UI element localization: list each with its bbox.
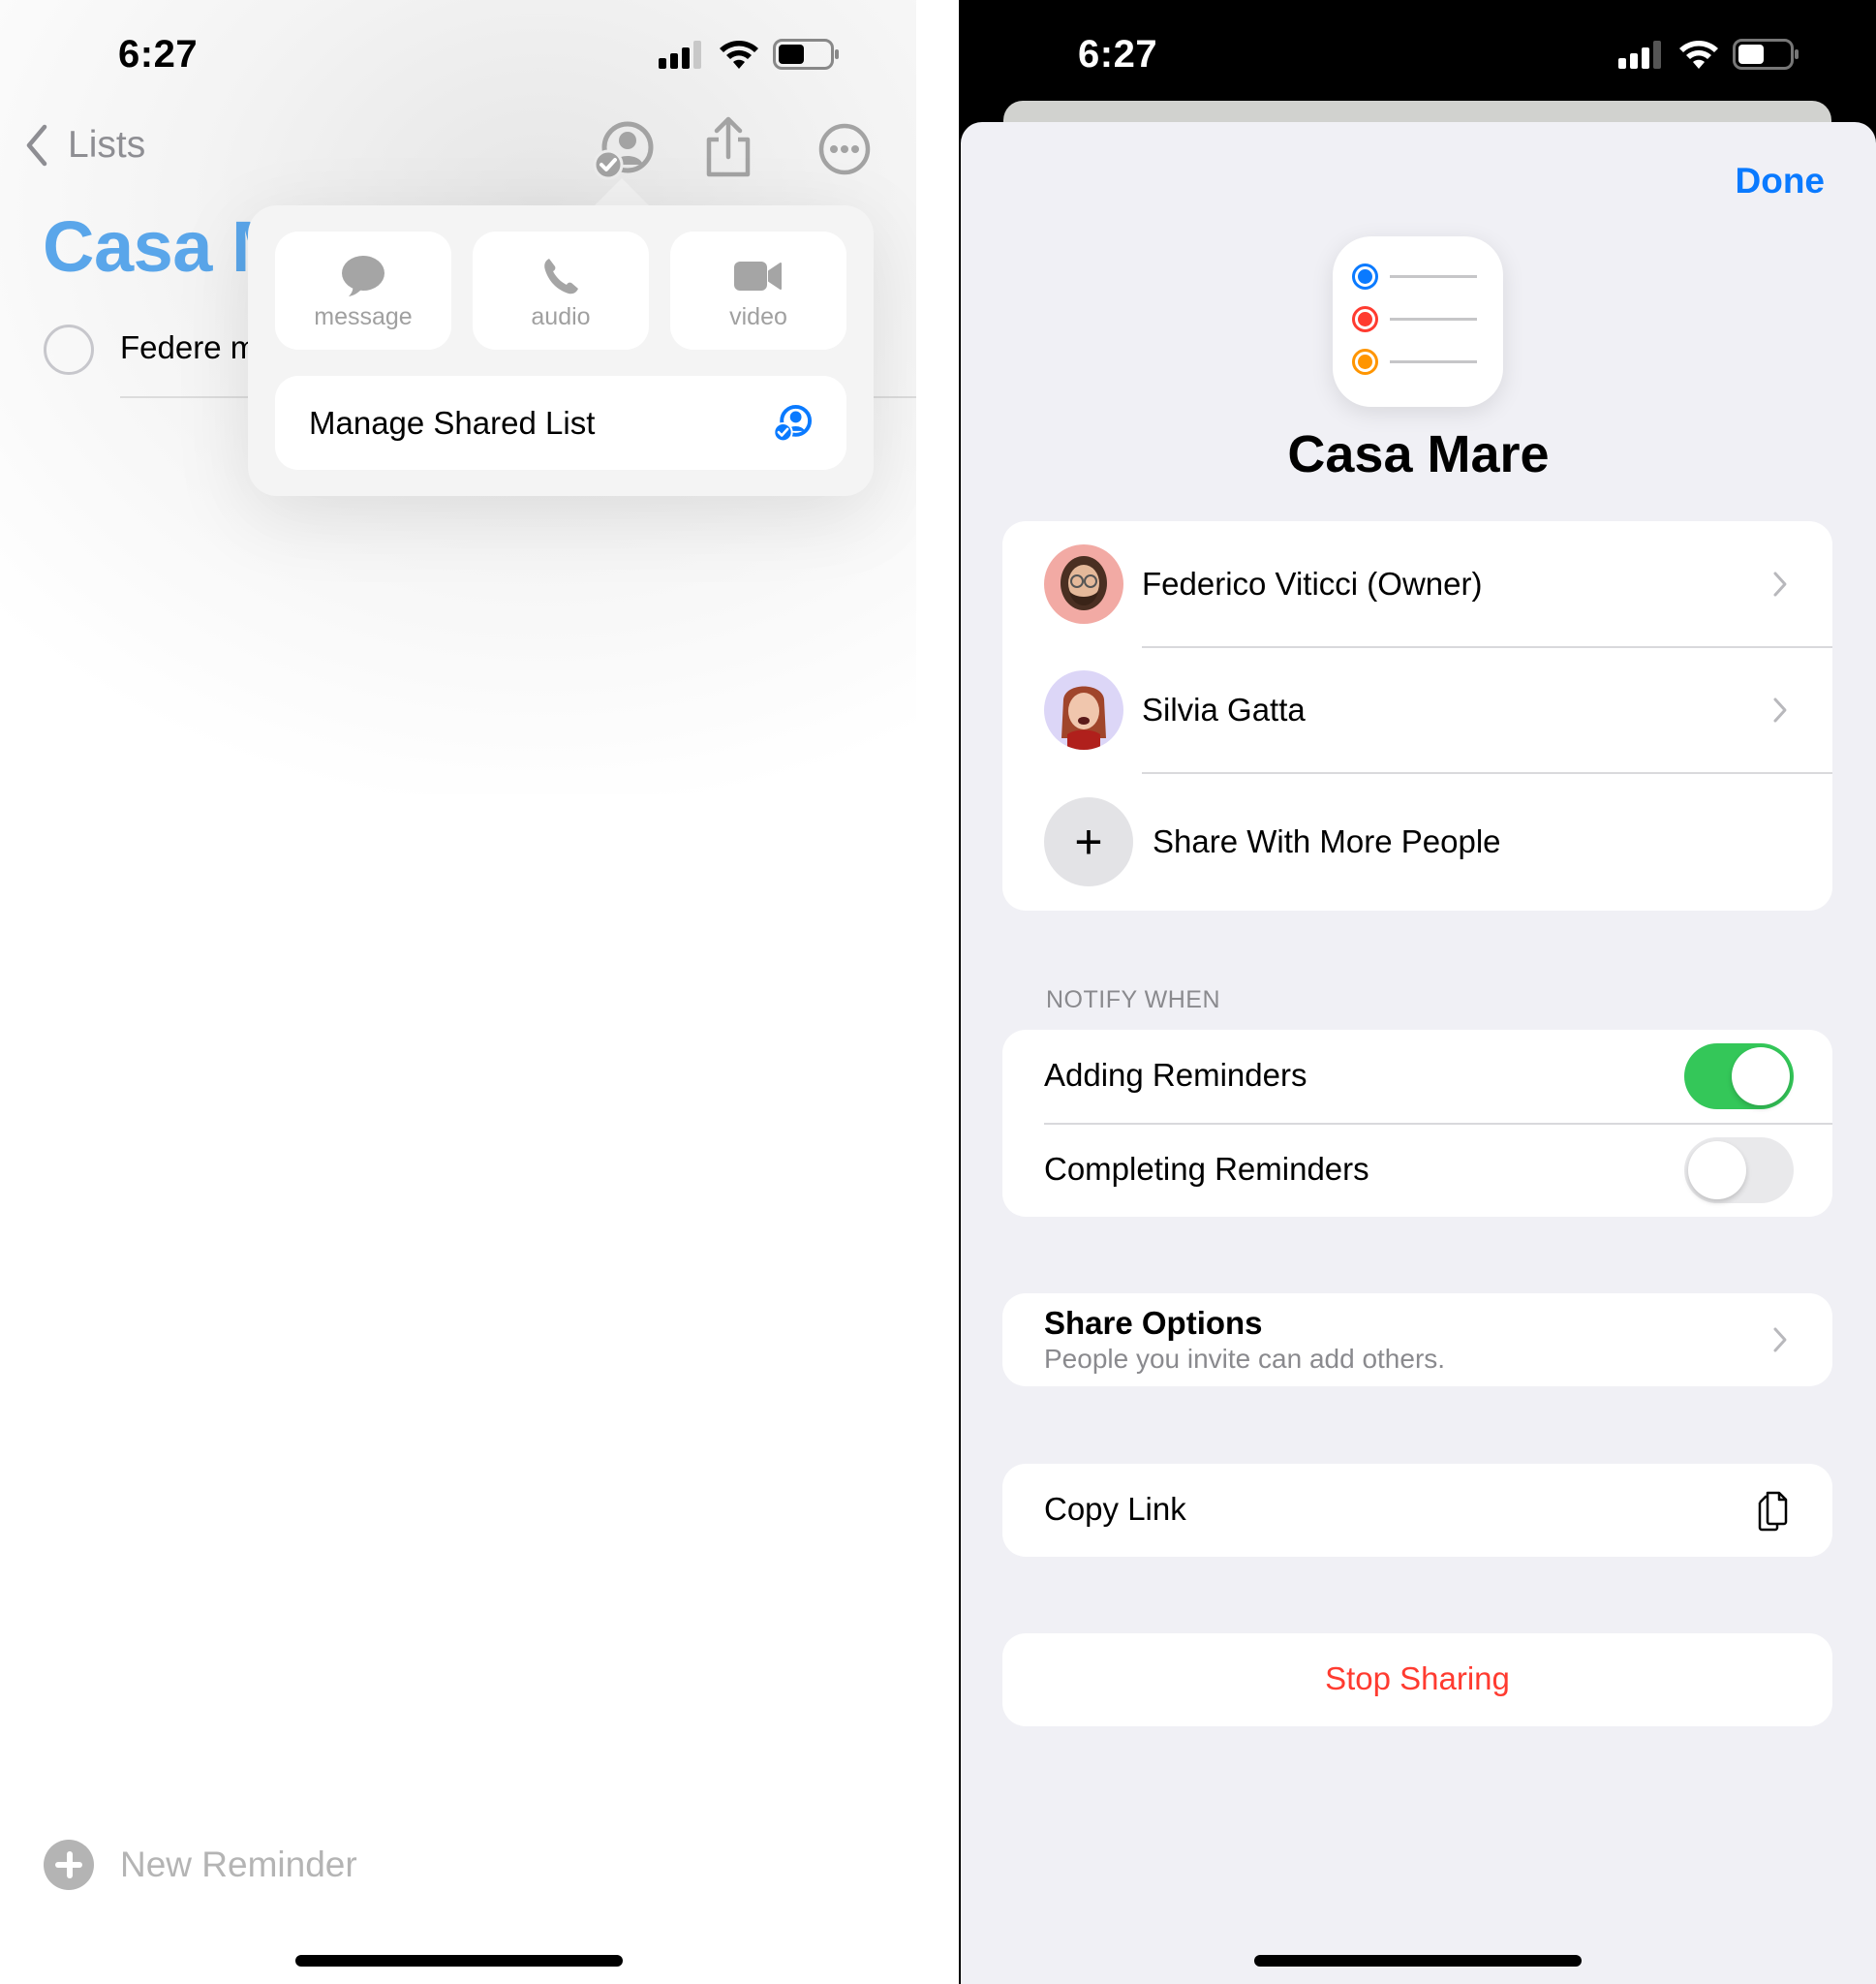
avatar (1044, 544, 1123, 624)
wifi-icon (1679, 41, 1718, 69)
blue-dot-icon (1352, 264, 1378, 290)
orange-dot-icon (1352, 349, 1378, 375)
adding-reminders-toggle[interactable] (1684, 1043, 1794, 1109)
chevron-right-icon (1773, 572, 1787, 597)
back-label: Lists (68, 124, 146, 166)
message-button[interactable]: message (275, 232, 451, 350)
chevron-right-icon (1773, 1327, 1787, 1352)
copy-link-button[interactable]: Copy Link (1002, 1464, 1832, 1557)
back-to-lists-button[interactable]: Lists (25, 124, 145, 167)
shared-list-collaboration-icon[interactable] (593, 120, 655, 182)
memoji-avatar-icon (1061, 686, 1106, 750)
plus-circle-icon (44, 1840, 94, 1890)
share-sheet: Done Casa Mare Federico Viticci (Owner) … (961, 122, 1876, 1984)
stop-sharing-button[interactable]: Stop Sharing (1002, 1633, 1832, 1726)
done-button[interactable]: Done (1736, 161, 1826, 202)
new-reminder-label: New Reminder (120, 1844, 357, 1884)
reminder-title[interactable]: Federe m (120, 329, 257, 366)
home-indicator[interactable] (1254, 1955, 1582, 1967)
share-icon[interactable] (697, 116, 759, 178)
adding-reminders-label: Adding Reminders (1044, 1057, 1307, 1093)
popover-arrow (593, 178, 651, 207)
memoji-avatar-icon (1061, 556, 1107, 610)
wifi-icon (720, 41, 758, 69)
cellular-signal-icon (659, 41, 701, 69)
status-time: 6:27 (118, 33, 199, 76)
video-label: video (729, 303, 787, 330)
battery-icon (1733, 39, 1799, 70)
share-options-title: Share Options (1044, 1305, 1263, 1341)
stop-sharing-label: Stop Sharing (1325, 1660, 1510, 1696)
battery-icon (773, 39, 839, 70)
notify-when-header: NOTIFY WHEN (1046, 986, 1221, 1013)
chevron-right-icon (1773, 698, 1787, 723)
audio-label: audio (531, 303, 591, 330)
cellular-signal-icon (1618, 41, 1661, 69)
video-call-button[interactable]: video (670, 232, 846, 350)
notify-settings-card: Adding Reminders Completing Reminders (1002, 1030, 1832, 1217)
home-indicator[interactable] (295, 1955, 623, 1967)
copy-documents-icon (1758, 1491, 1788, 1532)
reminder-complete-checkbox[interactable] (44, 325, 94, 375)
participants-card: Federico Viticci (Owner) Silvia Gatta + … (1002, 521, 1832, 911)
audio-call-button[interactable]: audio (473, 232, 649, 350)
participant-name: Federico Viticci (Owner) (1142, 566, 1483, 602)
video-camera-icon (734, 262, 782, 291)
completing-reminders-toggle[interactable] (1684, 1137, 1794, 1203)
divider (1044, 1123, 1832, 1125)
chevron-left-icon (26, 124, 47, 167)
reminders-list-screen: 6:27 Lists Casa M Federe m message audio… (0, 0, 916, 1984)
collaboration-popover: message audio video Manage Shared List (248, 205, 874, 496)
message-bubble-icon (342, 256, 384, 296)
participant-name: Silvia Gatta (1142, 692, 1306, 728)
red-dot-icon (1352, 306, 1378, 332)
status-icons (659, 39, 841, 70)
status-icons (1618, 39, 1800, 70)
share-options-button[interactable]: Share Options People you invite can add … (1002, 1293, 1832, 1386)
more-options-icon[interactable] (814, 118, 876, 180)
completing-reminders-label: Completing Reminders (1044, 1151, 1369, 1187)
message-label: message (314, 303, 413, 330)
phone-icon (544, 259, 578, 294)
shared-list-collaboration-icon (773, 404, 813, 442)
share-with-more-people-button[interactable]: + Share With More People (1002, 773, 1832, 911)
list-name-title: Casa Mare (1287, 425, 1550, 483)
manage-shared-list-label: Manage Shared List (309, 404, 596, 441)
new-reminder-button[interactable]: New Reminder (44, 1840, 357, 1890)
status-time: 6:27 (1078, 33, 1158, 76)
manage-shared-list-screen: 6:27 Done Casa Mare Federico Viticci (Ow… (959, 0, 1876, 1984)
copy-link-label: Copy Link (1044, 1491, 1186, 1527)
reminders-list-icon (1333, 236, 1503, 407)
share-options-subtitle: People you invite can add others. (1044, 1344, 1446, 1374)
participant-row[interactable]: Federico Viticci (Owner) (1002, 521, 1832, 647)
manage-shared-list-button[interactable]: Manage Shared List (275, 376, 846, 470)
share-with-more-people-label: Share With More People (1153, 823, 1501, 859)
avatar (1044, 670, 1123, 750)
participant-row[interactable]: Silvia Gatta (1002, 647, 1832, 773)
plus-icon: + (1044, 797, 1133, 886)
